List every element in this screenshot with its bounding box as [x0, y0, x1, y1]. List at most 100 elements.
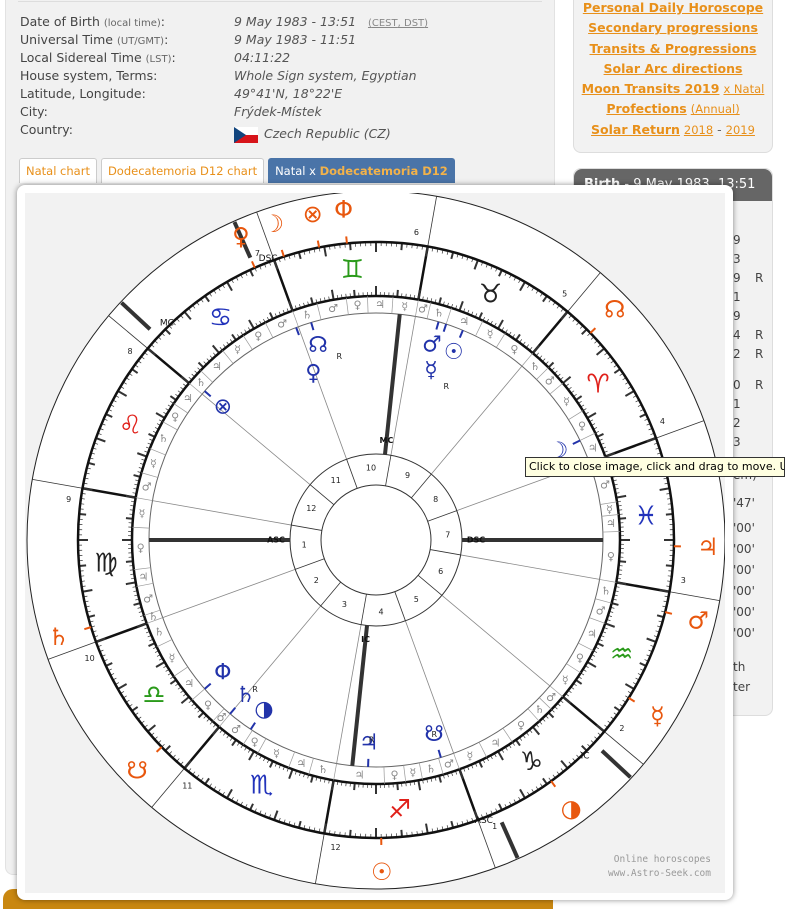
term-glyph: ♂ — [231, 723, 241, 736]
position-fragment: 2 — [733, 347, 741, 361]
position-fragment: th — [733, 660, 745, 674]
natal-retrograde-mark: R — [252, 685, 258, 694]
lightbox-tooltip: Click to close image, click and drag to … — [525, 457, 785, 477]
birth-info: Date of Birth (local time):9 May 1983 - … — [20, 13, 428, 145]
term-glyph: ♄ — [318, 763, 328, 776]
ut-value: 9 May 1983 - 11:51 — [234, 31, 356, 49]
term-glyph: ☿ — [139, 507, 146, 520]
term-glyph: ♀ — [510, 343, 518, 356]
natal-mercury-glyph: ☿ — [424, 358, 438, 383]
term-glyph: ♃ — [587, 627, 597, 640]
credit: Online horoscopeswww.Astro-Seek.com — [608, 853, 711, 881]
natal-house-number: 5 — [414, 595, 419, 604]
note: (local time) — [104, 18, 161, 29]
term-glyph: ♃ — [183, 392, 193, 405]
link-solar-arc[interactable]: Solar Arc directions — [604, 61, 743, 76]
natal-house-number: 2 — [314, 576, 319, 585]
natal-sun-glyph: ☉ — [444, 340, 464, 365]
separator: - — [717, 122, 722, 137]
natal-house-number: 4 — [378, 607, 383, 616]
d12-vertex-glyph: Φ — [334, 196, 353, 224]
natal-house-number: 6 — [438, 567, 443, 576]
info-row-lst: Local Sidereal Time (LST):04:11:22 — [20, 49, 428, 67]
term-glyph: ♀ — [254, 330, 262, 343]
info-row-country: Country:Czech Republic (CZ) — [20, 121, 428, 145]
note: (UT/GMT) — [117, 36, 164, 47]
natal-mc-label: MC — [380, 436, 394, 445]
position-fragment: '00' — [733, 605, 755, 619]
term-glyph: ♀ — [390, 768, 398, 781]
d12-fortune-glyph: ⊗ — [303, 200, 323, 228]
term-glyph: ♂ — [545, 374, 555, 387]
natal-house-number: 3 — [342, 600, 347, 609]
d12-venus-glyph: ♀ — [232, 223, 250, 251]
term-glyph: ☿ — [562, 674, 569, 687]
divider — [18, 1, 542, 2]
link-transits-progressions[interactable]: Transits & Progressions — [590, 41, 757, 56]
position-fragment: 4 — [733, 328, 741, 342]
link-moon-natal[interactable]: x Natal — [723, 82, 764, 96]
position-fragment: '47' — [733, 496, 755, 510]
chart-area[interactable]: ♈♉♊♋♌♍♎♏♐♑♒♓♃♀☿♂♄♀☿♃♄♂☿♃♀♂♄♂♀☿♃♄♃♀♄☿♂☿♀♃… — [25, 193, 725, 893]
tab-natal-x-d12[interactable]: Natal x Dodecatemoria D12 — [268, 158, 455, 183]
sign-7-glyph: ♏ — [250, 771, 273, 801]
term-glyph: ♂ — [143, 592, 153, 605]
center-circle — [321, 485, 431, 595]
link-daily-horoscope[interactable]: Personal Daily Horoscope — [583, 0, 763, 15]
label: Local Sidereal Time — [20, 50, 142, 65]
link-sr-2018[interactable]: 2018 — [684, 123, 713, 137]
label: Universal Time — [20, 32, 113, 47]
link-solar-return[interactable]: Solar Return — [591, 122, 680, 137]
position-fragment: 9 — [733, 271, 741, 285]
d12-north-node-glyph: ☊ — [604, 295, 625, 323]
term-glyph: ☿ — [169, 651, 176, 664]
label: Latitude, Longitude: — [20, 85, 234, 103]
term-glyph: ☿ — [150, 457, 157, 470]
tab-label: Natal x — [275, 164, 320, 178]
sign-0-glyph: ♈ — [586, 370, 609, 400]
term-glyph: ♂ — [546, 691, 556, 704]
note: (LST) — [146, 54, 172, 65]
term-glyph: ♃ — [296, 757, 306, 770]
d12-sun-glyph: ☉ — [371, 858, 393, 886]
info-row-dob: Date of Birth (local time):9 May 1983 - … — [20, 13, 428, 31]
d12-mercury-glyph: ☿ — [650, 702, 665, 730]
term-glyph: ♃ — [138, 570, 148, 583]
biwheel-chart[interactable]: ♈♉♊♋♌♍♎♏♐♑♒♓♃♀☿♂♄♀☿♃♄♂☿♃♀♂♄♂♀☿♃♄♃♀♄☿♂☿♀♃… — [25, 193, 725, 893]
term-glyph: ♀ — [517, 719, 525, 732]
term-glyph: ♀ — [251, 735, 259, 748]
term-glyph: ♄ — [196, 376, 206, 389]
natal-house-number: 8 — [433, 495, 438, 504]
term-glyph: ♂ — [142, 481, 152, 494]
cest-link[interactable]: CEST — [372, 18, 398, 29]
link-secondary-progressions[interactable]: Secondary progressions — [588, 20, 758, 35]
d12-house-number: 8 — [128, 347, 133, 356]
tab-natal-chart[interactable]: Natal chart — [19, 158, 97, 183]
tab-label-bold: Dodecatemoria D12 — [320, 164, 448, 178]
d12-house-number: 5 — [562, 290, 567, 299]
link-sr-2019[interactable]: 2019 — [726, 123, 755, 137]
natal-house-number: 11 — [331, 476, 341, 485]
country-value: Czech Republic (CZ) — [264, 126, 391, 141]
chart-lightbox[interactable]: ♈♉♊♋♌♍♎♏♐♑♒♓♃♀☿♂♄♀☿♃♄♂☿♃♀♂♄♂♀☿♃♄♃♀♄☿♂☿♀♃… — [17, 185, 733, 900]
dst-link[interactable]: DST — [404, 18, 424, 29]
position-fragment: 3 — [733, 252, 741, 266]
link-profections-annual[interactable]: (Annual) — [691, 102, 740, 116]
sign-1-glyph: ♉ — [479, 279, 502, 309]
d12-position-tick — [346, 236, 347, 243]
position-fragment: 9 — [733, 233, 741, 247]
d12-house-number: 6 — [414, 228, 419, 237]
term-glyph: ♃ — [606, 517, 616, 530]
info-row-latlon: Latitude, Longitude:49°41'N, 18°22'E — [20, 85, 428, 103]
natal-house-number: 1 — [302, 541, 307, 550]
related-links: Personal Daily Horoscope Secondary progr… — [573, 0, 773, 153]
link-moon-transits[interactable]: Moon Transits 2019 — [582, 81, 720, 96]
link-profections[interactable]: Profections — [606, 101, 686, 116]
tab-d12-chart[interactable]: Dodecatemoria D12 chart — [101, 158, 264, 183]
term-glyph: ♃ — [491, 736, 501, 749]
d12-position-tick — [318, 241, 319, 248]
natal-retrograde-mark: R — [336, 352, 342, 361]
credit-line2: www.Astro-Seek.com — [608, 867, 711, 881]
term-glyph: ♄ — [434, 307, 444, 320]
house-value: Whole Sign system, Egyptian — [234, 67, 417, 85]
